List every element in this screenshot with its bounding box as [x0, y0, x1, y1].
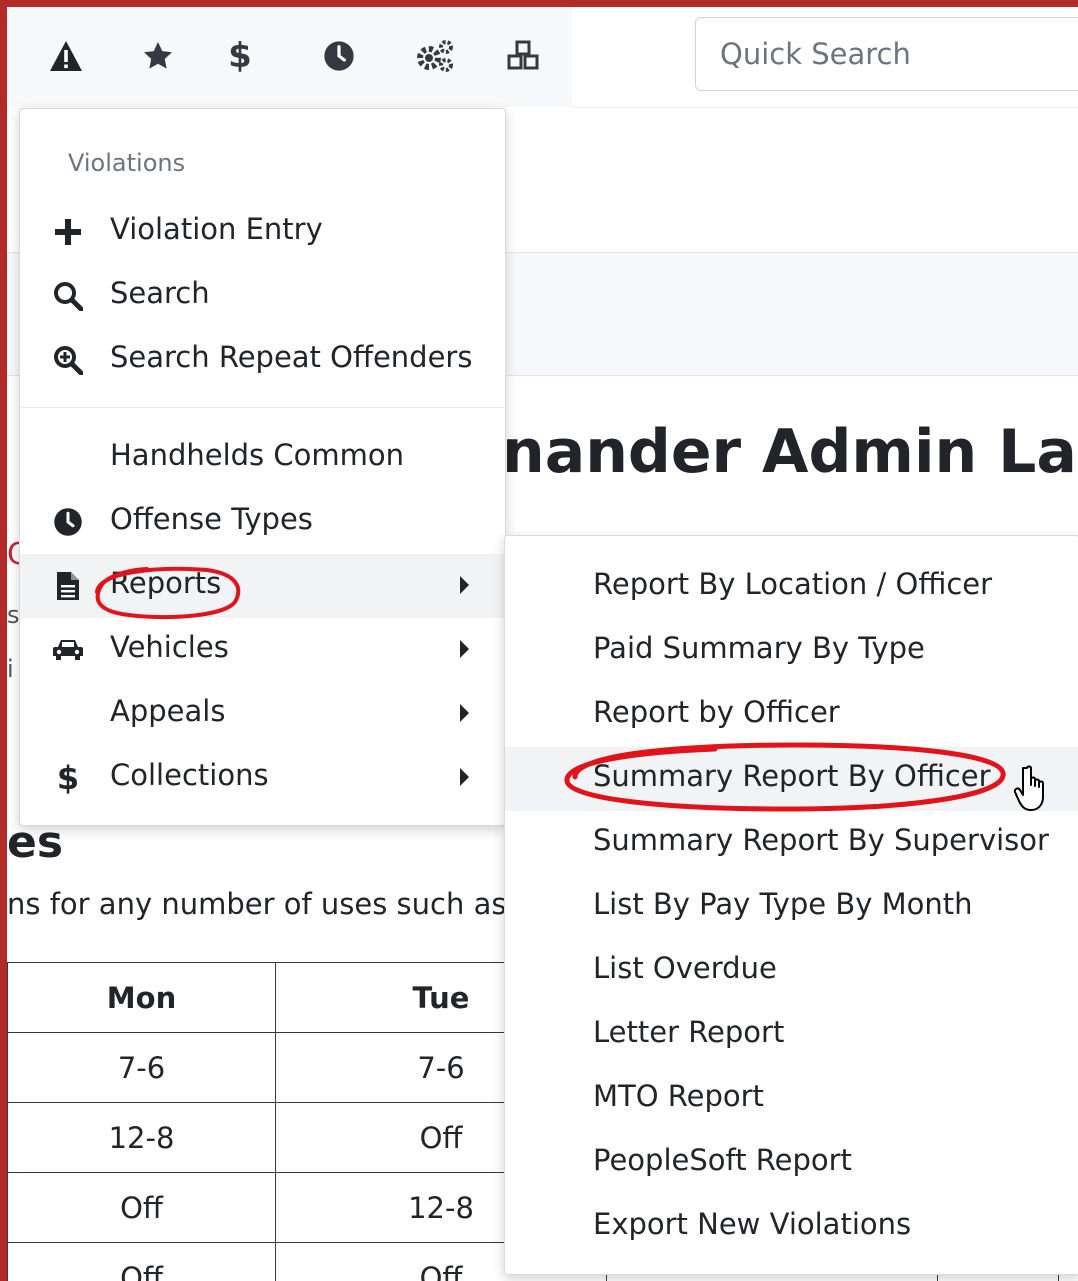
submenu-item-label: PeopleSoft Report	[593, 1143, 852, 1177]
submenu-item-label: Letter Report	[593, 1015, 785, 1049]
menu-item-label: Handhelds Common	[110, 438, 404, 472]
clock-icon[interactable]	[316, 33, 362, 79]
submenu-item-label: Report By Location / Officer	[593, 567, 993, 601]
menu-item-label: Search	[110, 276, 210, 310]
menu-item-label: Collections	[110, 758, 269, 792]
clipped-text: i	[7, 655, 14, 683]
menu-item-handhelds-common[interactable]: Handhelds Common	[20, 426, 505, 490]
menu-item-offense-types[interactable]: Offense Types	[20, 490, 505, 554]
submenu-item-list-by-pay-type-by-month[interactable]: List By Pay Type By Month	[505, 875, 1078, 939]
hand-pointer-cursor-icon	[1013, 765, 1044, 811]
violations-dropdown-menu: Violations Violation Entry Search Search…	[19, 108, 506, 826]
warning-icon[interactable]	[43, 33, 89, 79]
section-description: ns for any number of uses such as S	[7, 887, 535, 921]
submenu-item-list-overdue[interactable]: List Overdue	[505, 939, 1078, 1003]
submenu-item-label: Report by Officer	[593, 695, 840, 729]
car-icon	[50, 632, 86, 668]
page-title: nander Admin Landi	[502, 417, 1078, 487]
table-cell: Off	[7, 1242, 276, 1281]
search-plus-icon	[50, 342, 86, 378]
menu-item-label: Reports	[110, 566, 222, 600]
menu-item-label: Offense Types	[110, 502, 313, 536]
search-icon	[50, 278, 86, 314]
submenu-item-label: List Overdue	[593, 951, 777, 985]
menu-header: Violations	[68, 149, 186, 177]
submenu-item-export-new-violations[interactable]: Export New Violations	[505, 1195, 1078, 1259]
submenu-caret-icon	[460, 576, 469, 594]
menu-item-search-repeat-offenders[interactable]: Search Repeat Offenders	[20, 328, 505, 392]
submenu-item-label: Export New Violations	[593, 1207, 912, 1241]
submenu-item-summary-report-by-officer[interactable]: Summary Report By Officer	[505, 747, 1078, 811]
submenu-item-summary-report-by-supervisor[interactable]: Summary Report By Supervisor	[505, 811, 1078, 875]
submenu-item-report-by-officer[interactable]: Report by Officer	[505, 683, 1078, 747]
cogs-icon[interactable]	[412, 33, 458, 79]
submenu-item-peoplesoft-report[interactable]: PeopleSoft Report	[505, 1131, 1078, 1195]
menu-item-collections[interactable]: $ Collections	[20, 746, 505, 810]
dollar-icon[interactable]: $	[217, 33, 263, 79]
menu-item-vehicles[interactable]: Vehicles	[20, 618, 505, 682]
quick-search-box[interactable]	[695, 17, 1078, 91]
submenu-caret-icon	[460, 768, 469, 786]
submenu-item-paid-summary-by-type[interactable]: Paid Summary By Type	[505, 619, 1078, 683]
menu-item-appeals[interactable]: Appeals	[20, 682, 505, 746]
star-icon[interactable]	[135, 33, 181, 79]
submenu-caret-icon	[460, 704, 469, 722]
screenshot-frame: $ nander Admin Landi C s i es ns for any…	[0, 0, 1078, 1281]
menu-item-label: Vehicles	[110, 630, 229, 664]
column-header-mon: Mon	[7, 962, 276, 1033]
menu-item-violation-entry[interactable]: Violation Entry	[20, 200, 505, 264]
submenu-item-letter-report[interactable]: Letter Report	[505, 1003, 1078, 1067]
clipped-text: s	[7, 601, 20, 629]
submenu-caret-icon	[460, 640, 469, 658]
submenu-item-label: Summary Report By Supervisor	[593, 823, 1049, 857]
topbar-divider	[572, 107, 1078, 108]
reports-submenu: Report By Location / Officer Paid Summar…	[504, 535, 1078, 1275]
menu-divider	[20, 407, 505, 408]
menu-item-label: Appeals	[110, 694, 226, 728]
menu-item-search[interactable]: Search	[20, 264, 505, 328]
menu-item-label: Violation Entry	[110, 212, 323, 246]
submenu-item-report-by-location-officer[interactable]: Report By Location / Officer	[505, 555, 1078, 619]
file-icon	[50, 568, 86, 604]
quick-search-input[interactable]	[696, 18, 1078, 90]
cubes-icon[interactable]	[501, 33, 547, 79]
plus-icon	[50, 214, 86, 250]
menu-item-reports[interactable]: Reports	[20, 554, 505, 618]
submenu-item-label: Paid Summary By Type	[593, 631, 925, 665]
table-cell: 7-6	[7, 1032, 276, 1103]
submenu-item-label: List By Pay Type By Month	[593, 887, 973, 921]
submenu-item-mto-report[interactable]: MTO Report	[505, 1067, 1078, 1131]
menu-item-label: Search Repeat Offenders	[110, 340, 473, 374]
clock-icon	[50, 504, 86, 540]
table-cell: Off	[7, 1172, 276, 1243]
top-toolbar: $	[7, 7, 572, 107]
dollar-icon: $	[56, 759, 80, 797]
submenu-item-label: MTO Report	[593, 1079, 764, 1113]
table-cell: 12-8	[7, 1102, 276, 1173]
submenu-item-label: Summary Report By Officer	[593, 759, 991, 793]
